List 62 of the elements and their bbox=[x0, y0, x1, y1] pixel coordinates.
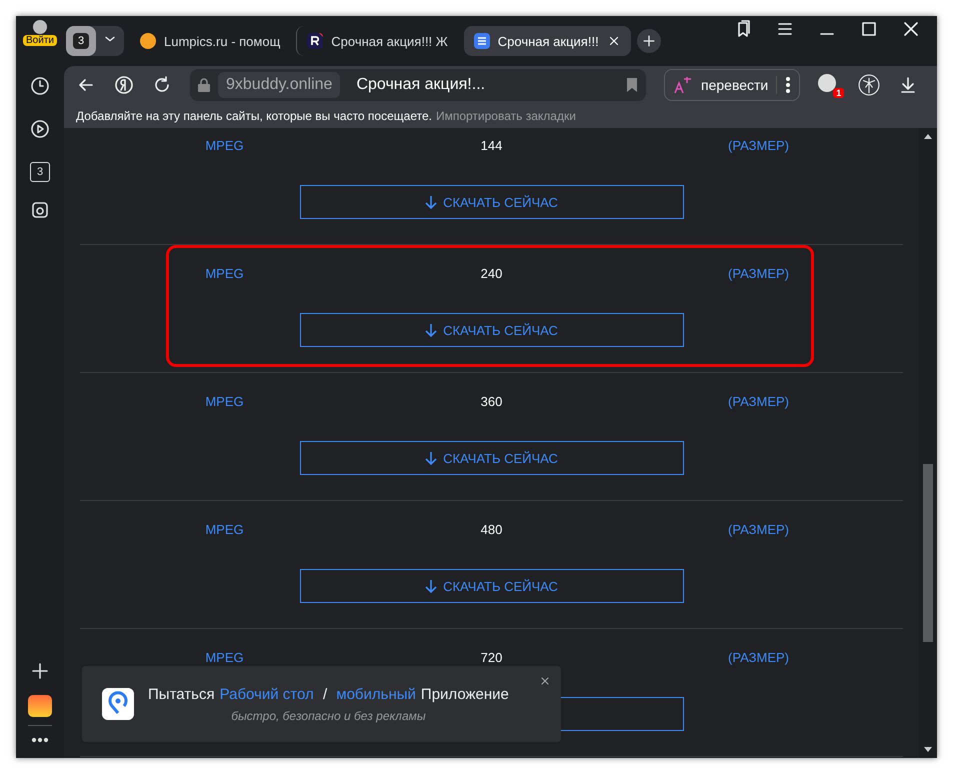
bookmarks-hint: Добавляйте на эту панель сайты, которые вы часто посещаете. bbox=[76, 109, 432, 123]
quality-label: 480 bbox=[480, 522, 502, 537]
quality-label: 360 bbox=[480, 394, 502, 409]
download-button[interactable]: СКАЧАТЬ СЕЙЧАС bbox=[300, 569, 684, 603]
promo-text: Пытаться bbox=[148, 686, 215, 702]
separator-text: / bbox=[322, 686, 328, 702]
app-logo-icon bbox=[102, 688, 134, 720]
list-favicon-icon bbox=[474, 33, 490, 49]
maximize-icon[interactable] bbox=[859, 19, 879, 39]
new-tab-button[interactable] bbox=[636, 29, 661, 53]
yandex-logo-icon[interactable] bbox=[114, 75, 134, 95]
mail-app-icon[interactable] bbox=[28, 695, 52, 717]
close-icon[interactable] bbox=[539, 675, 551, 687]
size-link[interactable]: (РАЗМЕР) bbox=[728, 394, 789, 409]
tabs-count-icon[interactable]: 3 bbox=[30, 162, 50, 182]
desktop-link[interactable]: Рабочий стол bbox=[220, 686, 314, 702]
download-button[interactable]: СКАЧАТЬ СЕЙЧАС bbox=[300, 441, 684, 475]
import-bookmarks-link[interactable]: Импортировать закладки bbox=[436, 109, 576, 123]
browser-tab[interactable]: Срочная акция!!! bbox=[464, 26, 631, 56]
quality-label: 720 bbox=[480, 650, 502, 665]
size-link[interactable]: (РАЗМЕР) bbox=[728, 650, 789, 665]
browser-tab[interactable]: Lumpics.ru - помощ bbox=[130, 26, 290, 56]
size-link[interactable]: (РАЗМЕР) bbox=[728, 522, 789, 537]
camera-icon[interactable] bbox=[30, 200, 50, 220]
arrow-down-icon bbox=[425, 323, 438, 337]
arrow-down-icon bbox=[425, 579, 438, 593]
tab-group-button[interactable]: 3 bbox=[66, 26, 96, 56]
format-link[interactable]: MPEG bbox=[205, 266, 244, 281]
download-button[interactable]: СКАЧАТЬ СЕЙЧАС bbox=[300, 185, 684, 219]
size-link[interactable]: (РАЗМЕР) bbox=[728, 266, 789, 281]
promo-text: Приложение bbox=[420, 686, 509, 702]
lock-icon bbox=[198, 78, 210, 92]
bookmark-icon[interactable] bbox=[626, 77, 638, 93]
browser-tab[interactable]: Срочная акция!!! Ж bbox=[296, 26, 458, 56]
scrollbar-thumb[interactable] bbox=[923, 464, 933, 642]
play-icon[interactable] bbox=[30, 119, 50, 139]
promo-subtitle: быстро, безопасно и без рекламы bbox=[231, 708, 426, 722]
quality-label: 240 bbox=[480, 266, 502, 281]
plus-icon[interactable] bbox=[30, 661, 50, 681]
arrow-down-icon bbox=[425, 451, 438, 465]
mobile-link[interactable]: мобильный bbox=[336, 686, 416, 702]
translate-icon bbox=[673, 75, 693, 95]
address-bar[interactable]: 9xbuddy.online Срочная акция!... bbox=[190, 69, 646, 101]
avatar-icon[interactable] bbox=[33, 20, 47, 34]
clock-icon[interactable] bbox=[30, 76, 50, 96]
format-link[interactable]: MPEG bbox=[205, 394, 244, 409]
translate-button[interactable]: перевести bbox=[664, 69, 800, 101]
download-button[interactable]: СКАЧАТЬ СЕЙЧАС bbox=[300, 313, 684, 347]
page-title: Срочная акция!... bbox=[356, 76, 486, 94]
domain-label: 9xbuddy.online bbox=[218, 72, 340, 98]
format-link[interactable]: MPEG bbox=[205, 650, 244, 665]
arrow-down-icon bbox=[425, 195, 438, 209]
kebab-icon[interactable] bbox=[785, 76, 792, 94]
format-link[interactable]: MPEG bbox=[205, 138, 244, 153]
login-badge[interactable]: Войти bbox=[23, 35, 57, 46]
plus-icon[interactable] bbox=[640, 33, 657, 49]
size-link[interactable]: (РАЗМЕР) bbox=[728, 138, 789, 153]
quality-label: 144 bbox=[480, 138, 502, 153]
format-link[interactable]: MPEG bbox=[205, 522, 244, 537]
reload-icon[interactable] bbox=[152, 75, 172, 95]
r-logo-icon bbox=[307, 33, 324, 49]
more-icon[interactable] bbox=[30, 735, 50, 745]
